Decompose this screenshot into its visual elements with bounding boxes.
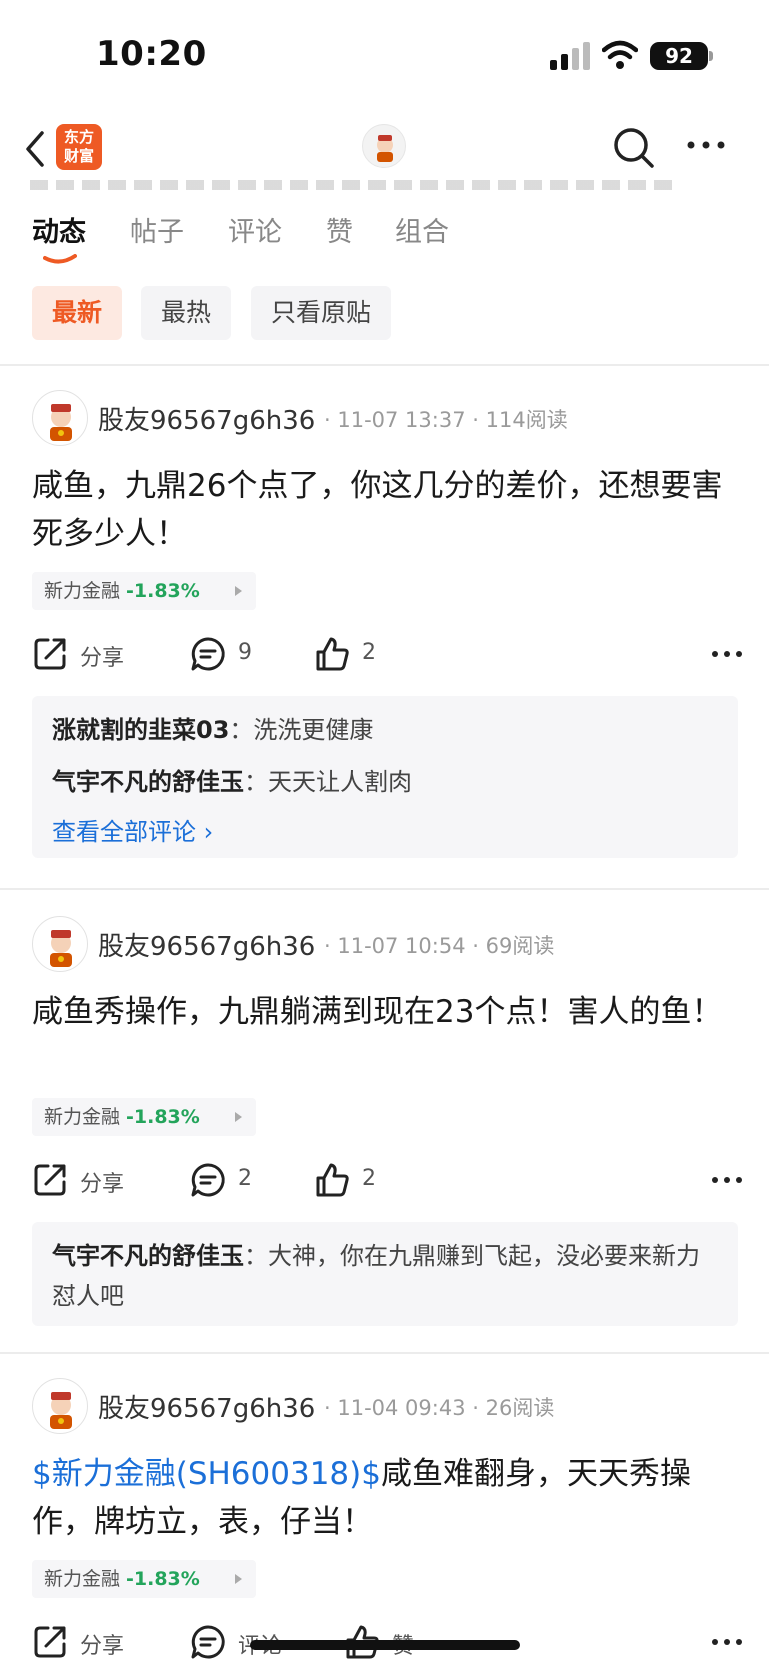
comment-item[interactable]: 气宇不凡的舒佳玉：天天让人割肉 <box>52 762 718 802</box>
stock-tag[interactable]: 新力金融 -1.83% <box>32 1560 256 1598</box>
stock-change: -1.83% <box>126 1106 200 1128</box>
comment-item[interactable]: 涨就割的韭菜03：洗洗更健康 <box>52 710 718 750</box>
post-text[interactable]: 咸鱼秀操作，九鼎躺满到现在23个点！害人的鱼！ <box>32 988 744 1036</box>
signal-icon <box>550 42 590 70</box>
more-icon <box>712 1639 742 1645</box>
post-time: · 11-04 09:43 · 26阅读 <box>324 1396 555 1420</box>
filter-original-only[interactable]: 只看原贴 <box>251 286 392 340</box>
stock-change: -1.83% <box>126 1568 200 1590</box>
post-time: · 11-07 13:37 · 114阅读 <box>324 408 568 432</box>
comment-item[interactable]: 气宇不凡的舒佳玉：大神，你在九鼎赚到飞起，没必要来新力怼人吧 <box>52 1236 718 1316</box>
comment-count: 2 <box>238 1166 252 1191</box>
fortune-god-icon <box>50 404 72 441</box>
tab-portfolio[interactable]: 组合 <box>395 210 449 249</box>
like-icon <box>316 637 349 671</box>
like-count: 2 <box>362 1166 376 1191</box>
comment-count: 9 <box>238 640 252 665</box>
post-more-button[interactable] <box>710 1622 744 1662</box>
post-text[interactable]: 咸鱼，九鼎26个点了，你这几分的差价，还想要害死多少人！ <box>32 462 744 558</box>
nav-bar: 东方 财富 <box>0 110 769 190</box>
stock-mention-link[interactable]: $新力金融(SH600318)$ <box>32 1456 381 1492</box>
battery-nub <box>709 51 713 61</box>
fortune-god-icon <box>377 135 393 162</box>
filter-hottest[interactable]: 最热 <box>141 286 232 340</box>
stock-tag[interactable]: 新力金融 -1.83% <box>32 1098 256 1136</box>
share-label: 分享 <box>80 1634 125 1659</box>
like-button[interactable]: 2 <box>314 634 394 674</box>
status-bar: 10:20 92 <box>0 0 769 110</box>
share-icon <box>34 638 66 670</box>
more-icon <box>712 1177 742 1183</box>
post-header: 股友96567g6h36 · 11-07 13:37 · 114阅读 <box>32 390 752 448</box>
battery-indicator: 92 <box>650 42 708 70</box>
stock-name: 新力金融 <box>44 1106 121 1128</box>
home-indicator[interactable] <box>250 1640 520 1650</box>
comment-icon <box>191 1163 225 1197</box>
tab-dynamic[interactable]: 动态 <box>32 210 86 249</box>
tab-bar: 动态 帖子 评论 赞 组合 <box>0 210 769 270</box>
post-actions: 分享 2 2 <box>32 1160 744 1200</box>
status-time: 10:20 <box>96 34 207 74</box>
share-icon <box>34 1626 66 1658</box>
divider <box>0 888 769 890</box>
post-header: 股友96567g6h36 · 11-07 10:54 · 69阅读 <box>32 916 752 974</box>
chevron-right-icon <box>235 1574 242 1584</box>
chevron-right-icon <box>235 1112 242 1122</box>
stock-name: 新力金融 <box>44 580 121 602</box>
chevron-right-icon <box>235 586 242 596</box>
more-icon[interactable] <box>686 138 726 152</box>
back-icon[interactable] <box>20 128 50 170</box>
tab-active-indicator <box>43 254 77 264</box>
comment-icon <box>191 637 225 671</box>
share-button[interactable]: 分享 <box>32 634 142 674</box>
comment-preview: 涨就割的韭菜03：洗洗更健康 气宇不凡的舒佳玉：天天让人割肉 查看全部评论 › <box>32 696 738 858</box>
share-button[interactable]: 分享 <box>32 1622 142 1662</box>
tab-likes[interactable]: 赞 <box>326 210 353 249</box>
share-label: 分享 <box>80 1172 125 1197</box>
post-text[interactable]: $新力金融(SH600318)$咸鱼难翻身，天天秀操作，牌坊立，表，仔当！ <box>32 1450 744 1546</box>
share-button[interactable]: 分享 <box>32 1160 142 1200</box>
filter-bar: 最新 最热 只看原贴 <box>0 286 769 340</box>
tab-posts[interactable]: 帖子 <box>130 210 184 249</box>
profile-avatar[interactable] <box>362 124 406 168</box>
fortune-god-icon <box>50 930 72 967</box>
author-name[interactable]: 股友96567g6h36 <box>98 1388 315 1425</box>
stock-change: -1.83% <box>126 580 200 602</box>
share-label: 分享 <box>80 646 125 671</box>
post-more-button[interactable] <box>710 1160 744 1200</box>
comment-button[interactable]: 9 <box>190 634 270 674</box>
avatar[interactable] <box>32 390 88 446</box>
app-logo[interactable]: 东方 财富 <box>56 124 102 170</box>
like-count: 2 <box>362 640 376 665</box>
search-icon[interactable] <box>612 126 656 170</box>
more-icon <box>712 651 742 657</box>
filter-latest[interactable]: 最新 <box>32 286 123 340</box>
fortune-god-icon <box>50 1392 72 1429</box>
divider <box>0 1352 769 1354</box>
post-time: · 11-07 10:54 · 69阅读 <box>324 934 555 958</box>
scrolled-header-text <box>30 180 680 192</box>
post-header: 股友96567g6h36 · 11-04 09:43 · 26阅读 <box>32 1378 752 1436</box>
comment-button[interactable]: 2 <box>190 1160 270 1200</box>
author-name[interactable]: 股友96567g6h36 <box>98 400 315 437</box>
post-more-button[interactable] <box>710 634 744 674</box>
avatar[interactable] <box>32 916 88 972</box>
stock-tag[interactable]: 新力金融 -1.83% <box>32 572 256 610</box>
divider <box>0 364 769 366</box>
like-icon <box>316 1163 349 1197</box>
stock-name: 新力金融 <box>44 1568 121 1590</box>
share-icon <box>34 1164 66 1196</box>
avatar[interactable] <box>32 1378 88 1434</box>
view-all-comments-link[interactable]: 查看全部评论 › <box>52 814 718 850</box>
comment-preview: 气宇不凡的舒佳玉：大神，你在九鼎赚到飞起，没必要来新力怼人吧 <box>32 1222 738 1326</box>
author-name[interactable]: 股友96567g6h36 <box>98 926 315 963</box>
comment-icon <box>191 1625 225 1659</box>
tab-comments[interactable]: 评论 <box>228 210 282 249</box>
like-button[interactable]: 2 <box>314 1160 394 1200</box>
post-actions: 分享 9 2 <box>32 634 744 674</box>
wifi-icon <box>602 40 638 69</box>
